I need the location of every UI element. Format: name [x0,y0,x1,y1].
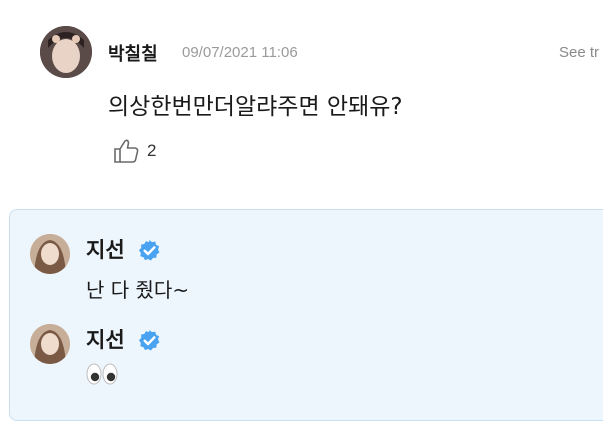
see-translation-link[interactable]: See tr [559,44,599,61]
reply-item: 지선 [10,300,603,392]
thumbs-up-icon [114,139,139,163]
reply-text: 난 다 줬다~ [86,278,190,302]
like-count: 2 [147,141,157,160]
like-button[interactable] [112,138,140,164]
replies-section: 지선 난 다 줬다~ 지선 [9,209,603,421]
comment-timestamp: 09/07/2021 11:06 [182,44,298,61]
verified-badge-icon [138,329,161,352]
author-avatar[interactable] [40,26,92,78]
comment: 박칠칠 09/07/2021 11:06 See tr 의상한번만더알랴주면 안… [0,0,603,200]
reply-author[interactable]: 지선 [86,234,125,264]
eyes-emoji-icon [86,362,118,386]
reply-avatar[interactable] [30,324,70,364]
comment-author[interactable]: 박칠칠 [108,40,158,66]
reply-author[interactable]: 지선 [86,324,125,354]
verified-badge-icon [138,239,161,262]
reply-item: 지선 난 다 줬다~ [10,210,603,302]
reply-avatar[interactable] [30,234,70,274]
comment-text: 의상한번만더알랴주면 안돼유? [108,94,403,120]
